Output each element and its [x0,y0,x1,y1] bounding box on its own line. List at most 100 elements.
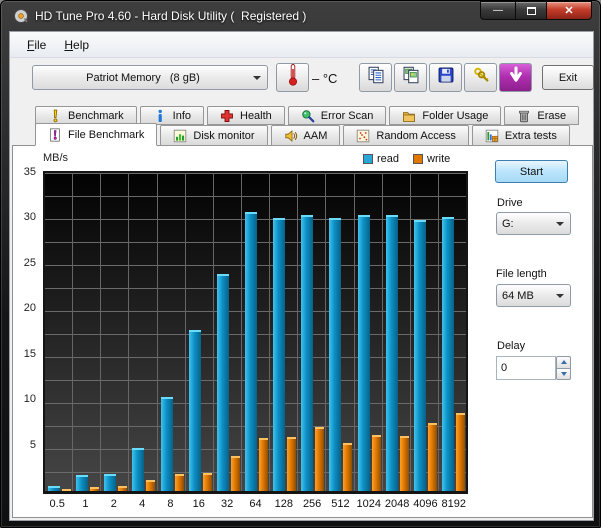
file-benchmark-icon [48,128,62,142]
tab-disk-monitor[interactable]: Disk monitor [160,125,267,146]
x-tick-label: 1024 [355,498,383,510]
close-button[interactable]: ✕ [546,1,592,20]
write-bar [287,437,296,491]
file-length-value: 64 MB [497,290,556,302]
tab-file-benchmark[interactable]: File Benchmark [35,123,157,146]
chart-column-0.5 [45,173,73,491]
spinner-up-button[interactable] [556,356,571,369]
window-controls: —✕ [480,1,592,20]
copy-image-button[interactable] [394,63,427,92]
write-bar [62,489,71,491]
drive-select-value: G: [497,218,556,230]
chevron-down-icon [556,222,564,226]
benchmark-icon [48,109,62,123]
delay-label: Delay [497,340,525,352]
write-bar [146,480,155,491]
x-tick-label: 4 [128,498,156,510]
legend-read-label: read [377,153,399,165]
tab-label: Disk monitor [193,130,254,142]
random-access-icon [356,129,370,143]
chart-column-4 [129,173,157,491]
write-bar [400,436,409,491]
minimize-button[interactable]: — [480,1,516,20]
x-tick-label: 128 [270,498,298,510]
tab-aam[interactable]: AAM [271,125,341,146]
tab-label: Health [240,110,272,122]
file-length-select[interactable]: 64 MB [496,284,571,307]
update-button[interactable] [499,63,532,92]
thermometer-icon [286,63,300,92]
tab-label: Folder Usage [422,110,488,122]
read-bar [386,215,398,491]
y-axis-labels: 3530252015105 [13,146,39,517]
device-select-value: Patriot Memory (8 gB) [33,72,253,84]
device-select[interactable]: Patriot Memory (8 gB) [32,65,268,90]
chevron-down-icon [253,76,261,80]
title-bar[interactable]: HD Tune Pro 4.60 - Hard Disk Utility ( R… [1,1,600,31]
chart-column-32 [214,173,242,491]
x-tick-label: 2 [100,498,128,510]
save-button[interactable] [429,63,462,92]
read-bar [245,212,257,491]
disk-monitor-icon [173,129,187,143]
temperature-button[interactable] [276,63,309,92]
legend-write-label: write [427,153,450,165]
read-bar [48,486,60,491]
y-tick-label: 5 [30,439,36,451]
health-icon [220,109,234,123]
write-bar [118,486,127,491]
toolbar: Patriot Memory (8 gB) – °C Exit [10,59,593,104]
tab-random-access[interactable]: Random Access [343,125,468,146]
write-bar [343,443,352,491]
delay-input[interactable] [496,356,556,380]
tab-label: Random Access [376,130,455,142]
read-bar [76,475,88,491]
x-tick-label: 32 [213,498,241,510]
write-bar [259,438,268,491]
x-tick-label: 512 [326,498,354,510]
write-bar [203,473,212,491]
write-bar [231,456,240,491]
maximize-button[interactable] [516,1,546,20]
x-tick-label: 4096 [411,498,439,510]
drive-select[interactable]: G: [496,212,571,235]
tab-strip-bottom: File Benchmark Disk monitor AAM Random Acce… [35,123,570,146]
options-icon [472,66,490,89]
y-tick-label: 15 [24,348,36,360]
copy-text-button[interactable] [359,63,392,92]
legend-item-read: read [363,153,399,165]
benchmark-chart [43,171,468,494]
aam-icon [284,129,298,143]
write-bar [372,435,381,491]
x-tick-label: 16 [185,498,213,510]
start-button[interactable]: Start [495,160,568,183]
read-bar [442,217,454,491]
menu-file[interactable]: File [18,35,55,55]
chart-column-2048 [383,173,411,491]
save-icon [437,66,455,89]
triangle-up-icon [561,360,567,364]
file-length-label: File length [496,268,547,280]
x-tick-label: 8192 [440,498,468,510]
chart-legend: read write [363,153,450,165]
chart-column-512 [326,173,354,491]
chart-column-256 [298,173,326,491]
read-bar [132,448,144,491]
read-bar [301,215,313,491]
tab-extra-tests[interactable]: Extra tests [472,125,570,146]
exit-button[interactable]: Exit [542,65,594,90]
spinner-down-button[interactable] [556,369,571,381]
chevron-down-icon [556,294,564,298]
y-tick-label: 35 [24,166,36,178]
maximize-icon [527,7,536,15]
read-bar [217,274,229,491]
triangle-down-icon [561,372,567,376]
menu-help[interactable]: Help [55,35,98,55]
y-tick-label: 25 [24,257,36,269]
x-axis-labels: 0.512481632641282565121024204840968192 [43,498,468,510]
copy-text-icon [367,66,385,89]
write-bar [456,413,465,491]
options-button[interactable] [464,63,497,92]
client-area: FileHelp Patriot Memory (8 gB) – °C Exit… [9,31,594,521]
copy-image-icon [402,66,420,89]
